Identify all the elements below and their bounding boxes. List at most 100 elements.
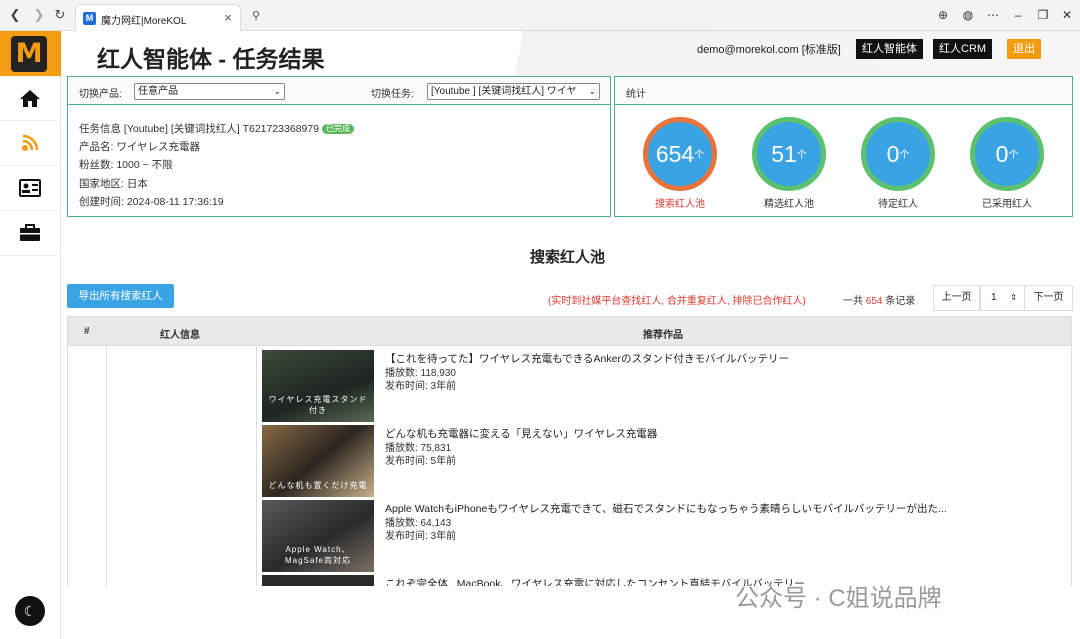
stat-value: 0 [886, 141, 900, 167]
product-label: 切换产品: [79, 89, 122, 100]
tab-title: 魔力网红|MoreKOL [101, 16, 187, 27]
task-select[interactable]: [Youtube ] [关键词找红人] ワイヤ ⌄ [427, 83, 600, 100]
col-index: # [84, 326, 90, 337]
divider [106, 346, 107, 586]
work-title[interactable]: Apple WatchもiPhoneもワイヤレス充電できて、磁石でスタンドにもな… [385, 501, 947, 516]
unit-label: 个 [694, 149, 705, 161]
id-card-icon [19, 179, 41, 197]
product-select[interactable]: 任意产品 ⌄ [134, 83, 285, 100]
sidebar-item-feed[interactable] [0, 121, 60, 166]
total-suffix: 条记录 [885, 296, 916, 307]
task-select-value: [Youtube ] [关键词找红人] ワイヤ [431, 86, 577, 97]
stat-label: 精选红人池 [764, 199, 814, 210]
video-thumbnail[interactable]: ワイヤレス充電スタンド付き [262, 350, 374, 422]
product-select-value: 任意产品 [138, 86, 178, 97]
page-header: 红人智能体 - 任务结果 demo@morekol.com [标准版] 红人智能… [61, 31, 1080, 76]
browser-tab[interactable]: M 魔力网红|MoreKOL × [75, 4, 241, 31]
thumbnail-caption: どんな机も置くだけ充電 [268, 481, 368, 490]
agent-button[interactable]: 红人智能体 [856, 39, 923, 59]
work-item[interactable]: Apple Watch、MagSafe両対応 Apple WatchもiPhon… [262, 496, 1002, 572]
status-badge: 已完成 [322, 124, 354, 135]
product-name: 产品名: ワイヤレス充電器 [79, 141, 201, 153]
work-item[interactable]: どんな机も置くだけ充電 どんな机も充電器に変える「見えない」ワイヤレス充電器 播… [262, 421, 1002, 497]
chevron-down-icon: ⌄ [588, 86, 596, 96]
crm-button[interactable]: 红人CRM [933, 39, 993, 59]
globe-icon[interactable]: ◍ [959, 6, 977, 24]
work-item[interactable]: ワイヤレス充電スタンド付き 【これを待ってた】ワイヤレス充電もできるAnkerの… [262, 346, 1002, 422]
watermark: 公众号 · C姐说品牌 [735, 585, 942, 612]
table-body: ワイヤレス充電スタンド付き 【これを待ってた】ワイヤレス充電もできるAnkerの… [67, 346, 1072, 586]
back-icon[interactable]: ❮ [7, 7, 23, 23]
sidebar: M ☾ [0, 31, 61, 639]
logout-button[interactable]: 退出 [1007, 39, 1041, 59]
total-number: 654 [865, 296, 883, 307]
sidebar-item-home[interactable] [0, 76, 60, 121]
video-thumbnail[interactable]: Apple Watch、MagSafe両対応 [262, 500, 374, 572]
work-time: 发布时间: 3年前 [385, 381, 457, 392]
video-thumbnail[interactable] [262, 575, 374, 586]
restore-icon[interactable]: ❐ [1034, 6, 1052, 24]
unit-label: 个 [796, 149, 807, 161]
stats-title: 统计 [626, 89, 646, 100]
more-icon[interactable]: ⋯ [984, 6, 1002, 24]
task-panel: 切换产品: 任意产品 ⌄ 切换任务: [Youtube ] [关键词找红人] ワイ… [67, 76, 611, 217]
home-icon [20, 90, 40, 107]
table-header: # 红人信息 推荐作品 [67, 316, 1072, 346]
favicon-icon: M [83, 12, 96, 25]
thumbnail-caption: ワイヤレス充電スタンド付き [268, 395, 368, 415]
forward-icon[interactable]: ❯ [31, 7, 47, 23]
browser-toolbar: ❮ ❯ ↻ M 魔力网红|MoreKOL × ⚲ ⊕ ◍ ⋯ – ❐ ✕ [0, 0, 1080, 31]
page-input[interactable]: 1 ⇕ [980, 285, 1025, 311]
search-icon[interactable]: ⚲ [246, 6, 266, 26]
export-button[interactable]: 导出所有搜索红人 [67, 284, 174, 308]
window-close-icon[interactable]: ✕ [1058, 6, 1076, 24]
unit-label: 个 [899, 149, 910, 161]
minimize-icon[interactable]: – [1009, 6, 1027, 24]
chevron-down-icon: ⌄ [273, 86, 281, 96]
briefcase-icon [20, 224, 40, 241]
followers-range: 粉丝数: 1000 ~ 不限 [79, 159, 173, 171]
task-label: 切换任务: [371, 89, 414, 100]
sidebar-item-contacts[interactable] [0, 166, 60, 211]
logo-mark: M [11, 36, 47, 72]
stats-panel: 统计 654个 搜索红人池 51个 精选红人池 0个 待定红人 0个 已采用红人 [614, 76, 1073, 217]
stat-search-pool[interactable]: 654个 [643, 117, 717, 191]
col-recommended-works: 推荐作品 [643, 330, 683, 341]
stat-value: 654 [655, 141, 695, 167]
task-panel-header: 切换产品: 任意产品 ⌄ 切换任务: [Youtube ] [关键词找红人] ワイ… [68, 77, 610, 105]
dark-mode-icon[interactable]: ☾ [15, 596, 45, 626]
realtime-note: (实时到社媒平台查找红人, 合并重复红人, 排除已合作红人) [548, 296, 806, 307]
stat-adopted[interactable]: 0个 [970, 117, 1044, 191]
work-time: 发布时间: 3年前 [385, 531, 457, 542]
stat-label: 待定红人 [878, 199, 918, 210]
next-page-button[interactable]: 下一页 [1024, 285, 1073, 311]
task-info: 任务信息 [Youtube] [关键词找红人] T621723368979 已完… [79, 121, 354, 136]
close-icon[interactable]: × [224, 10, 232, 25]
stat-value: 0 [995, 141, 1009, 167]
col-influencer-info: 红人信息 [160, 330, 200, 341]
total-prefix: 一共 [843, 296, 863, 307]
prev-page-button[interactable]: 上一页 [933, 285, 980, 311]
sidebar-item-tasks[interactable] [0, 211, 60, 256]
work-time: 发布时间: 5年前 [385, 456, 457, 467]
rss-icon [22, 134, 39, 151]
stat-value: 51 [771, 141, 797, 167]
task-info-text: 任务信息 [Youtube] [关键词找红人] T621723368979 [79, 123, 320, 135]
thumbnail-caption: Apple Watch、MagSafe両対応 [284, 545, 352, 565]
stat-selected-pool[interactable]: 51个 [752, 117, 826, 191]
unit-label: 个 [1008, 149, 1019, 161]
reload-icon[interactable]: ↻ [52, 7, 68, 23]
spinner-icon: ⇕ [1010, 293, 1017, 302]
stat-label: 已采用红人 [982, 199, 1032, 210]
section-title: 搜索红人池 [530, 249, 606, 266]
divider [256, 346, 257, 586]
stats-panel-header: 统计 [615, 77, 1072, 105]
logo[interactable]: M [0, 31, 61, 76]
download-icon[interactable]: ⊕ [934, 6, 952, 24]
page-title: 红人智能体 - 任务结果 [97, 46, 325, 72]
video-thumbnail[interactable]: どんな机も置くだけ充電 [262, 425, 374, 497]
region: 国家地区: 日本 [79, 178, 148, 190]
total-count: 一共 654 条记录 [843, 292, 915, 307]
stat-pending[interactable]: 0个 [861, 117, 935, 191]
created-time: 创建时间: 2024-08-11 17:36:19 [79, 196, 224, 208]
